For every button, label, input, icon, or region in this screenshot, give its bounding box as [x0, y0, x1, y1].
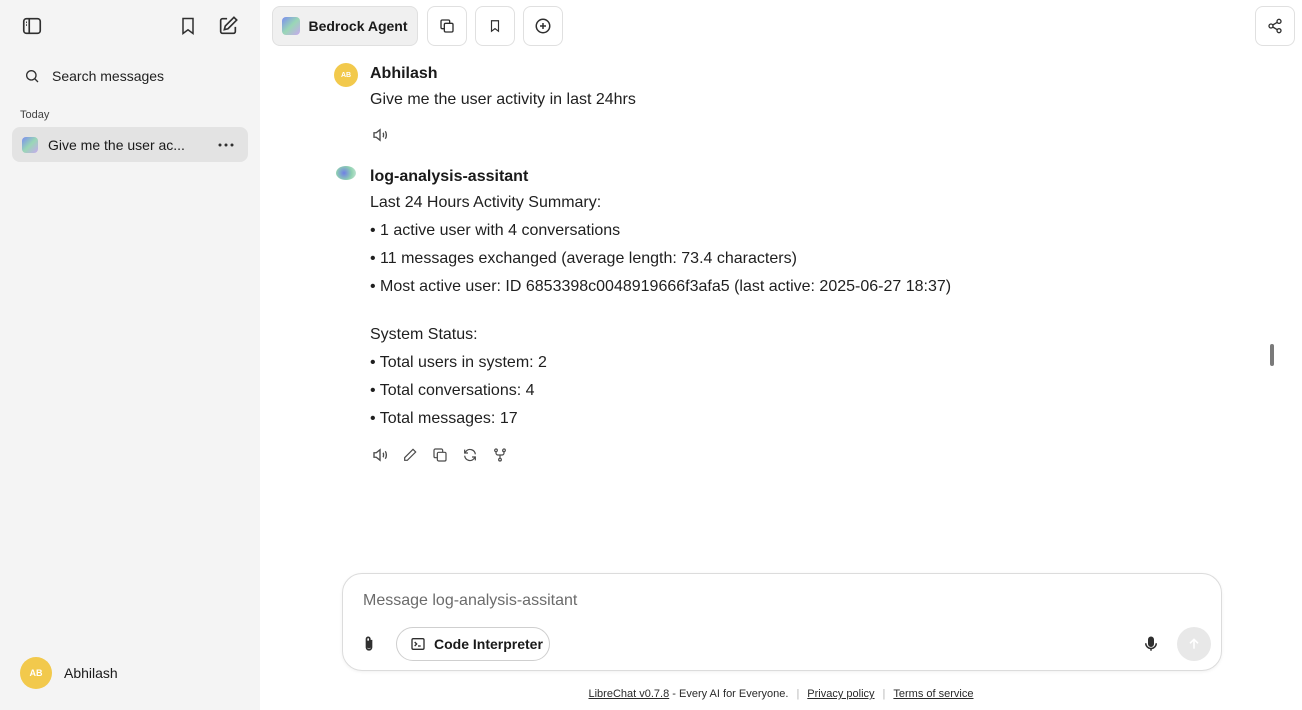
- arrow-up-icon: [1186, 636, 1202, 652]
- refresh-icon[interactable]: [460, 445, 480, 465]
- new-conversation-button[interactable]: [523, 6, 563, 46]
- share-button[interactable]: [1255, 6, 1295, 46]
- message-author: log-analysis-assitant: [370, 168, 529, 185]
- privacy-policy-link[interactable]: Privacy policy: [807, 688, 874, 700]
- avatar: AB: [334, 63, 358, 87]
- copy-icon[interactable]: [430, 445, 450, 465]
- fork-icon[interactable]: [490, 445, 510, 465]
- bookmark-button[interactable]: [475, 6, 515, 46]
- terms-of-service-link[interactable]: Terms of service: [893, 688, 973, 700]
- account-menu[interactable]: AB Abhilash: [12, 654, 248, 692]
- sidebar: Search messages Today Give me the user a…: [0, 0, 260, 710]
- assistant-avatar: [336, 166, 356, 180]
- pencil-icon[interactable]: [400, 445, 420, 465]
- search-icon: [24, 68, 40, 84]
- message-input[interactable]: [363, 590, 1123, 612]
- message-line: • 1 active user with 4 conversations: [370, 222, 621, 239]
- footer-separator: |: [796, 688, 800, 700]
- agent-logo-icon: [22, 136, 38, 153]
- message-actions: [370, 125, 390, 145]
- more-horizontal-icon[interactable]: [216, 135, 236, 155]
- message-line: Last 24 Hours Activity Summary:: [370, 194, 602, 211]
- bookmark-icon[interactable]: [174, 12, 202, 40]
- agent-logo-icon: [282, 17, 301, 35]
- agent-selector-button[interactable]: Bedrock Agent: [272, 6, 418, 46]
- footer: LibreChat v0.7.8 - Every AI for Everyone…: [0, 688, 1302, 700]
- share-icon: [1267, 18, 1283, 34]
- message-line: • Total conversations: 4: [370, 382, 535, 399]
- message-line: • 11 messages exchanged (average length:…: [370, 250, 797, 267]
- conversation-item[interactable]: Give me the user ac...: [12, 127, 248, 162]
- plus-circle-icon: [534, 17, 552, 35]
- new-chat-icon[interactable]: [214, 12, 242, 40]
- account-name: Abhilash: [64, 665, 118, 681]
- tool-label: Code Interpreter: [434, 636, 543, 652]
- sidebar-toggle-icon[interactable]: [18, 12, 46, 40]
- message-composer: Code Interpreter: [342, 573, 1222, 671]
- speaker-icon[interactable]: [370, 125, 390, 145]
- avatar: AB: [20, 657, 52, 689]
- code-interpreter-toggle[interactable]: Code Interpreter: [396, 627, 550, 661]
- version-link[interactable]: LibreChat v0.7.8: [589, 688, 670, 700]
- footer-tagline: - Every AI for Everyone.: [669, 688, 789, 700]
- bookmark-icon: [488, 18, 502, 34]
- agent-name: Bedrock Agent: [308, 18, 408, 34]
- scrollbar-thumb[interactable]: [1270, 344, 1274, 366]
- copy-icon: [439, 18, 455, 34]
- message-line: • Total messages: 17: [370, 410, 518, 427]
- terminal-icon: [410, 636, 426, 652]
- copy-conversation-button[interactable]: [427, 6, 467, 46]
- message-line: System Status:: [370, 326, 478, 343]
- footer-separator: |: [882, 688, 886, 700]
- send-button[interactable]: [1177, 627, 1211, 661]
- search-placeholder[interactable]: Search messages: [52, 68, 164, 84]
- conversation-title: Give me the user ac...: [48, 136, 185, 153]
- message-line: • Total users in system: 2: [370, 354, 547, 371]
- speaker-icon[interactable]: [370, 445, 390, 465]
- message-line: • Most active user: ID 6853398c004891966…: [370, 278, 952, 295]
- search-bar[interactable]: Search messages: [12, 62, 248, 90]
- message-author: Abhilash: [370, 65, 438, 82]
- message-text: Give me the user activity in last 24hrs: [370, 91, 636, 108]
- paperclip-icon[interactable]: [357, 632, 381, 656]
- section-label-today: Today: [20, 109, 50, 121]
- message-actions: [370, 445, 510, 465]
- microphone-icon[interactable]: [1139, 632, 1163, 656]
